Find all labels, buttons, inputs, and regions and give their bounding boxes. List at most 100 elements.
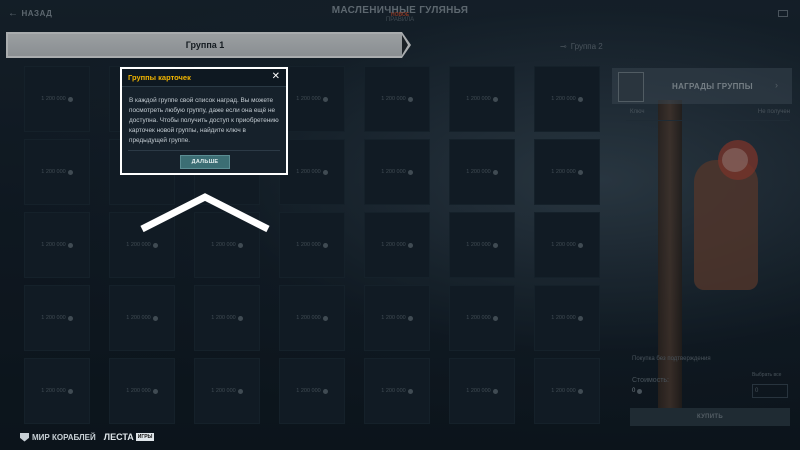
credits-icon bbox=[577, 96, 583, 102]
reward-card[interactable]: 1 200 000 bbox=[449, 358, 515, 424]
reward-card[interactable]: 1 200 000 bbox=[24, 358, 90, 424]
logo-tag: ИГРЫ bbox=[135, 433, 155, 441]
reward-card[interactable]: 1 200 000 bbox=[109, 285, 175, 351]
tab-label: Группа 2 bbox=[570, 42, 603, 51]
credits-icon bbox=[322, 96, 328, 102]
reward-scroll-icon bbox=[618, 72, 644, 102]
divider bbox=[128, 150, 280, 151]
card-price: 1 200 000 bbox=[296, 315, 321, 321]
credits-icon bbox=[577, 242, 583, 248]
reward-card[interactable]: 1 200 000 bbox=[364, 139, 430, 205]
select-all-link[interactable]: Выбрать все bbox=[752, 372, 781, 378]
card-price: 1 200 000 bbox=[41, 242, 66, 248]
card-grid: 1 200 000 1 200 000 1 200 000 1 200 000 1 20… bbox=[24, 66, 600, 424]
card-price: 1 200 000 bbox=[296, 96, 321, 102]
settings-icon[interactable] bbox=[778, 10, 788, 17]
reward-card[interactable]: 1 200 000 bbox=[534, 358, 600, 424]
cost-value: 0 bbox=[632, 388, 643, 394]
card-price: 1 200 000 bbox=[551, 315, 576, 321]
reward-card[interactable]: 1 200 000 bbox=[534, 212, 600, 278]
credits-icon bbox=[67, 242, 73, 248]
reward-card[interactable]: 1 200 000 bbox=[534, 139, 600, 205]
credits-icon bbox=[322, 315, 328, 321]
card-price: 1 200 000 bbox=[211, 388, 236, 394]
reward-card[interactable]: 1 200 000 bbox=[534, 66, 600, 132]
credits-icon bbox=[152, 315, 158, 321]
card-price: 1 200 000 bbox=[41, 169, 66, 175]
credits-icon bbox=[322, 169, 328, 175]
credits-icon bbox=[67, 96, 73, 102]
cost-amount: 0 bbox=[632, 388, 636, 394]
reward-card[interactable]: 1 200 000 bbox=[109, 358, 175, 424]
card-price: 1 200 000 bbox=[551, 242, 576, 248]
card-price: 1 200 000 bbox=[211, 315, 236, 321]
close-icon[interactable]: ✕ bbox=[272, 72, 280, 82]
reward-card[interactable]: 1 200 000 bbox=[449, 66, 515, 132]
card-price: 1 200 000 bbox=[466, 96, 491, 102]
credits-icon bbox=[492, 96, 498, 102]
card-price: 1 200 000 bbox=[551, 388, 576, 394]
credits-icon bbox=[152, 242, 158, 248]
card-price: 1 200 000 bbox=[41, 315, 66, 321]
credits-icon bbox=[577, 315, 583, 321]
reward-card[interactable]: 1 200 000 bbox=[534, 285, 600, 351]
card-price: 1 200 000 bbox=[41, 96, 66, 102]
quantity-input[interactable]: 0 bbox=[752, 384, 788, 398]
reward-card[interactable]: 1 200 000 bbox=[364, 358, 430, 424]
rules-link[interactable]: ПРАВИЛА bbox=[0, 17, 800, 23]
reward-card[interactable]: 1 200 000 bbox=[279, 139, 345, 205]
reward-card[interactable]: 1 200 000 bbox=[279, 285, 345, 351]
credits-icon bbox=[492, 315, 498, 321]
tab-group-2[interactable]: ⊸ Группа 2 bbox=[560, 42, 603, 51]
reward-card[interactable]: 1 200 000 bbox=[449, 212, 515, 278]
credits-icon bbox=[492, 169, 498, 175]
next-button[interactable]: ДАЛЬШЕ bbox=[180, 155, 230, 169]
tab-group-1[interactable]: Группа 1 bbox=[6, 32, 411, 58]
card-price: 1 200 000 bbox=[296, 169, 321, 175]
reward-card[interactable]: 1 200 000 bbox=[24, 212, 90, 278]
card-price: 1 200 000 bbox=[381, 388, 406, 394]
mir-korabley-logo: МИР КОРАБЛЕЙ bbox=[20, 432, 96, 442]
chevron-right-icon[interactable]: › bbox=[775, 80, 778, 90]
reward-card[interactable]: 1 200 000 bbox=[24, 139, 90, 205]
pole-illustration bbox=[658, 100, 682, 410]
credits-icon bbox=[407, 169, 413, 175]
credits-icon bbox=[637, 388, 643, 394]
reward-card[interactable]: 1 200 000 bbox=[194, 358, 260, 424]
divider bbox=[626, 120, 790, 121]
reward-card[interactable]: 1 200 000 bbox=[279, 212, 345, 278]
credits-icon bbox=[407, 388, 413, 394]
buy-button[interactable]: КУПИТЬ bbox=[630, 408, 790, 426]
card-price: 1 200 000 bbox=[126, 242, 151, 248]
reward-card[interactable]: 1 200 000 bbox=[364, 66, 430, 132]
reward-card[interactable]: 1 200 000 bbox=[24, 66, 90, 132]
card-price: 1 200 000 bbox=[126, 315, 151, 321]
reward-card[interactable]: 1 200 000 bbox=[24, 285, 90, 351]
reward-card[interactable]: 1 200 000 bbox=[279, 358, 345, 424]
card-price: 1 200 000 bbox=[551, 96, 576, 102]
reward-card[interactable]: 1 200 000 bbox=[364, 285, 430, 351]
key-label: Ключ bbox=[630, 109, 645, 115]
card-price: 1 200 000 bbox=[466, 315, 491, 321]
card-price: 1 200 000 bbox=[41, 388, 66, 394]
rules-label: ПРАВИЛА bbox=[385, 17, 415, 23]
reward-card[interactable]: 1 200 000 bbox=[449, 285, 515, 351]
lesta-logo: ЛЕСТА ИГРЫ bbox=[104, 432, 155, 442]
card-price: 1 200 000 bbox=[296, 242, 321, 248]
top-bar: ← НАЗАД МАСЛЕНИЧНЫЕ ГУЛЯНЬЯ НОВОЕ ПРАВИЛ… bbox=[0, 0, 800, 30]
reward-card[interactable]: 1 200 000 bbox=[449, 139, 515, 205]
credits-icon bbox=[237, 315, 243, 321]
character-illustration bbox=[694, 160, 758, 290]
credits-icon bbox=[407, 242, 413, 248]
credits-icon bbox=[577, 388, 583, 394]
purchase-without-confirmation-toggle[interactable]: Покупка без подтверждения bbox=[632, 356, 711, 362]
reward-card[interactable]: 1 200 000 bbox=[194, 285, 260, 351]
reward-card[interactable]: 1 200 000 bbox=[364, 212, 430, 278]
credits-icon bbox=[67, 315, 73, 321]
tab-label: Группа 1 bbox=[185, 40, 225, 50]
card-price: 1 200 000 bbox=[381, 242, 406, 248]
shield-icon bbox=[20, 432, 29, 442]
card-price: 1 200 000 bbox=[211, 242, 236, 248]
footer-logos: МИР КОРАБЛЕЙ ЛЕСТА ИГРЫ bbox=[20, 432, 155, 442]
reward-card[interactable]: 1 200 000 bbox=[279, 66, 345, 132]
